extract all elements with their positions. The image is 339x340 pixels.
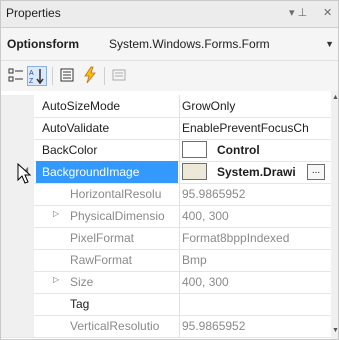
- property-row[interactable]: AutoSizeMode GrowOnly: [1, 95, 331, 118]
- property-name: Size: [70, 275, 94, 289]
- expand-icon[interactable]: ▷: [53, 275, 59, 284]
- value-text: Control: [217, 143, 260, 157]
- chevron-down-icon[interactable]: ▼: [325, 39, 334, 49]
- property-value[interactable]: Control: [182, 139, 329, 161]
- property-row[interactable]: VerticalResolutio 95.9865952: [1, 315, 331, 338]
- property-value[interactable]: EnablePreventFocusCh: [182, 117, 329, 139]
- property-row[interactable]: RawFormat Bmp: [1, 249, 331, 272]
- scroll-down-icon[interactable]: ▼: [332, 327, 338, 334]
- property-name: BackgroundImage: [36, 161, 178, 183]
- object-name: Optionsform: [7, 37, 79, 51]
- property-row[interactable]: ▷ PhysicalDimensio 400, 300: [1, 205, 331, 228]
- categorized-icon[interactable]: [6, 66, 26, 86]
- property-value[interactable]: [182, 293, 329, 315]
- toolbar-separator: [104, 67, 105, 85]
- object-type: System.Windows.Forms.Form: [109, 37, 270, 51]
- property-row[interactable]: AutoValidate EnablePreventFocusCh: [1, 117, 331, 140]
- image-swatch: [182, 163, 207, 181]
- panel-title: Properties: [6, 6, 61, 20]
- object-selector[interactable]: Optionsform System.Windows.Forms.Form ▼: [1, 28, 338, 61]
- property-pages-icon[interactable]: [109, 66, 129, 86]
- vertical-scrollbar[interactable]: ▲ ▼: [331, 91, 338, 339]
- property-value[interactable]: 400, 300: [182, 271, 329, 293]
- toolbar-separator: [52, 67, 53, 85]
- property-name: Tag: [70, 297, 90, 311]
- property-name: AutoSizeMode: [42, 99, 121, 113]
- property-row[interactable]: HorizontalResolu 95.9865952: [1, 183, 331, 206]
- properties-toolbar: AZ: [1, 61, 338, 92]
- scroll-up-icon[interactable]: ▲: [332, 94, 338, 101]
- property-name: VerticalResolutio: [70, 319, 160, 333]
- mouse-cursor-icon: [17, 163, 32, 184]
- svg-text:Z: Z: [29, 78, 34, 85]
- property-row[interactable]: PixelFormat Format8bppIndexed: [1, 227, 331, 250]
- property-name: BackColor: [42, 143, 98, 157]
- events-icon[interactable]: [80, 66, 100, 86]
- properties-panel: Properties ▾ ⊥ ✕ Optionsform System.Wind…: [0, 0, 339, 340]
- property-value[interactable]: 400, 300: [182, 205, 329, 227]
- pin-icon[interactable]: ▾ ⊥: [289, 6, 307, 19]
- close-icon[interactable]: ✕: [323, 6, 332, 19]
- color-swatch: [182, 141, 207, 159]
- property-grid: AutoSizeMode GrowOnly AutoValidate Enabl…: [1, 91, 331, 339]
- property-value[interactable]: Bmp: [182, 249, 329, 271]
- properties-icon[interactable]: [57, 66, 77, 86]
- property-row[interactable]: BackColor Control: [1, 139, 331, 162]
- value-text: System.Drawi: [217, 165, 296, 179]
- property-value[interactable]: 95.9865952: [182, 315, 329, 337]
- property-name: PixelFormat: [70, 231, 135, 245]
- alphabetical-icon[interactable]: AZ: [27, 66, 47, 86]
- title-bar: Properties ▾ ⊥ ✕: [1, 1, 338, 28]
- property-row[interactable]: ▷ Size 400, 300: [1, 271, 331, 294]
- property-row-selected[interactable]: ◢ BackgroundImage System.Drawi ...: [1, 161, 331, 184]
- ellipsis-button[interactable]: ...: [307, 164, 325, 180]
- property-name: HorizontalResolu: [70, 187, 162, 201]
- expand-icon[interactable]: ▷: [53, 209, 59, 218]
- property-name: PhysicalDimensio: [70, 209, 165, 223]
- property-value[interactable]: Format8bppIndexed: [182, 227, 329, 249]
- property-name: AutoValidate: [42, 121, 110, 135]
- svg-text:A: A: [29, 70, 34, 77]
- property-name: RawFormat: [70, 253, 133, 267]
- property-row[interactable]: Tag: [1, 293, 331, 316]
- property-value[interactable]: 95.9865952: [182, 183, 329, 205]
- property-value[interactable]: GrowOnly: [182, 95, 329, 117]
